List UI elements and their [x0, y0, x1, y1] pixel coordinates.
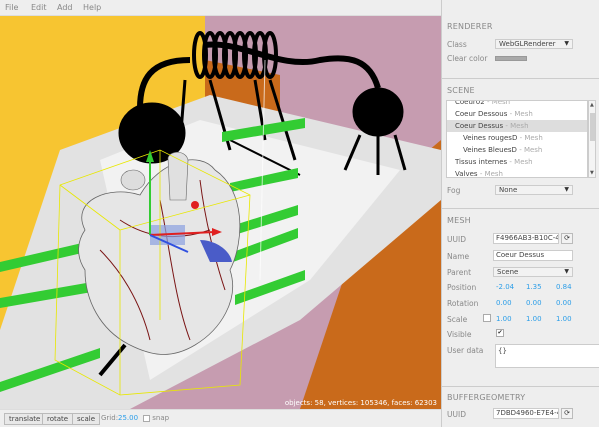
outliner-item[interactable]: Coeur02 - Mesh	[447, 100, 587, 108]
geometry-uuid-renew-button[interactable]: ⟳	[561, 408, 573, 419]
toolbar: translate rotate scale Grid: 25.00 snap	[0, 409, 441, 427]
scene-render	[0, 16, 441, 409]
parent-value: Scene	[497, 268, 519, 276]
scale-label: Scale	[447, 315, 468, 324]
outliner-item-name: Veines rougesD	[463, 134, 518, 142]
outliner-item[interactable]: Tissus internes - Mesh	[447, 156, 587, 168]
position-label: Position	[447, 283, 477, 292]
scale-z[interactable]: 1.00	[556, 315, 572, 323]
rotation-label: Rotation	[447, 299, 479, 308]
outliner-item[interactable]: Veines BleuesD - Mesh	[447, 144, 587, 156]
translate-button[interactable]: translate	[4, 413, 46, 425]
renderer-class-value: WebGLRenderer	[499, 40, 556, 48]
name-label: Name	[447, 252, 470, 261]
fog-label: Fog	[447, 186, 461, 195]
scene-title: SCENE	[447, 86, 475, 95]
rotation-y[interactable]: 0.00	[526, 299, 542, 307]
grid-label: Grid:	[101, 414, 119, 422]
grid-input[interactable]: 25.00	[118, 414, 138, 422]
scale-x[interactable]: 1.00	[496, 315, 512, 323]
viewport-3d[interactable]: objects: 58, vertices: 105346, faces: 62…	[0, 16, 441, 409]
outliner-item-type: - Mesh	[509, 158, 533, 166]
renderer-title: RENDERER	[447, 22, 493, 31]
name-field[interactable]: Coeur Dessus	[493, 250, 573, 261]
outliner-item-type: - Mesh	[486, 100, 511, 106]
chevron-down-icon: ▼	[564, 186, 569, 193]
buffergeometry-title: BUFFERGEOMETRY	[447, 393, 526, 402]
outliner-item-name: Coeur02	[455, 100, 485, 106]
scroll-up-icon[interactable]: ▲	[590, 102, 594, 108]
outliner-item-type: - Mesh	[509, 110, 533, 118]
outliner-item-name: Tissus internes	[455, 158, 508, 166]
outliner-item-name: Coeur Dessous	[455, 110, 508, 118]
position-z[interactable]: 0.84	[556, 283, 572, 291]
fog-value: None	[499, 186, 518, 194]
outliner-item-type: - Mesh	[519, 134, 543, 142]
outliner-item-type: - Mesh	[505, 122, 529, 130]
chevron-down-icon: ▼	[564, 40, 569, 47]
position-x[interactable]: -2.04	[496, 283, 514, 291]
uuid-field: F4966AB3-B10C-470	[493, 233, 559, 244]
menu-file[interactable]: File	[5, 3, 18, 12]
geometry-uuid-field: 7DBD4960-E7E4-463	[493, 408, 559, 419]
snap-toggle[interactable]: snap	[143, 414, 169, 422]
class-label: Class	[447, 40, 467, 49]
scale-y[interactable]: 1.00	[526, 315, 542, 323]
parent-select[interactable]: Scene ▼	[493, 267, 573, 277]
outliner-item-type: - Mesh	[519, 146, 543, 154]
snap-checkbox[interactable]	[143, 414, 150, 422]
buffergeometry-panel-divider	[442, 386, 599, 387]
rotation-x[interactable]: 0.00	[496, 299, 512, 307]
outliner-item-name: Coeur Dessus	[455, 122, 504, 130]
sidebar: RENDERER Class WebGLRenderer ▼ Clear col…	[441, 0, 599, 427]
outliner-item-name: Veines BleuesD	[463, 146, 517, 154]
snap-label: snap	[152, 414, 170, 422]
outliner-item[interactable]: Coeur Dessus - Mesh	[447, 120, 587, 132]
menubar: File Edit Add Help	[0, 0, 441, 16]
rotation-z[interactable]: 0.00	[556, 299, 572, 307]
userdata-label: User data	[447, 346, 484, 355]
clear-color-label: Clear color	[447, 54, 488, 63]
rotate-button[interactable]: rotate	[42, 413, 74, 425]
menu-help[interactable]: Help	[83, 3, 101, 12]
scale-button[interactable]: scale	[72, 413, 101, 425]
outliner-item[interactable]: Valves - Mesh	[447, 168, 587, 178]
renderer-class-select[interactable]: WebGLRenderer ▼	[495, 39, 573, 49]
scroll-down-icon[interactable]: ▼	[590, 170, 594, 176]
scene-outliner[interactable]: Coeur02 - Mesh Coeur Dessous - Mesh Coeur …	[446, 100, 588, 178]
menu-add[interactable]: Add	[57, 3, 73, 12]
outliner-item[interactable]: Coeur Dessous - Mesh	[447, 108, 587, 120]
scene-panel-divider	[442, 78, 599, 79]
viewport-info: objects: 58, vertices: 105346, faces: 62…	[284, 399, 437, 407]
visible-checkbox[interactable]: ✔	[496, 329, 504, 337]
uuid-label: UUID	[447, 235, 466, 244]
outliner-item-name: Valves	[455, 170, 478, 178]
outliner-item-type: - Mesh	[479, 170, 503, 178]
userdata-textarea[interactable]: {}	[495, 344, 599, 368]
mesh-title: MESH	[447, 216, 471, 225]
position-y[interactable]: 1.35	[526, 283, 542, 291]
scale-lock-checkbox[interactable]	[483, 314, 491, 322]
outliner-scrollbar[interactable]: ▲ ▼	[588, 100, 596, 178]
outliner-item[interactable]: Veines rougesD - Mesh	[447, 132, 587, 144]
chevron-down-icon: ▼	[564, 268, 569, 275]
clear-color-swatch[interactable]	[495, 56, 527, 61]
menu-edit[interactable]: Edit	[31, 3, 47, 12]
mesh-panel-divider	[442, 208, 599, 209]
visible-label: Visible	[447, 330, 472, 339]
parent-label: Parent	[447, 268, 472, 277]
geometry-uuid-label: UUID	[447, 410, 466, 419]
fog-select[interactable]: None ▼	[495, 185, 573, 195]
uuid-renew-button[interactable]: ⟳	[561, 233, 573, 244]
scroll-thumb[interactable]	[590, 113, 595, 141]
